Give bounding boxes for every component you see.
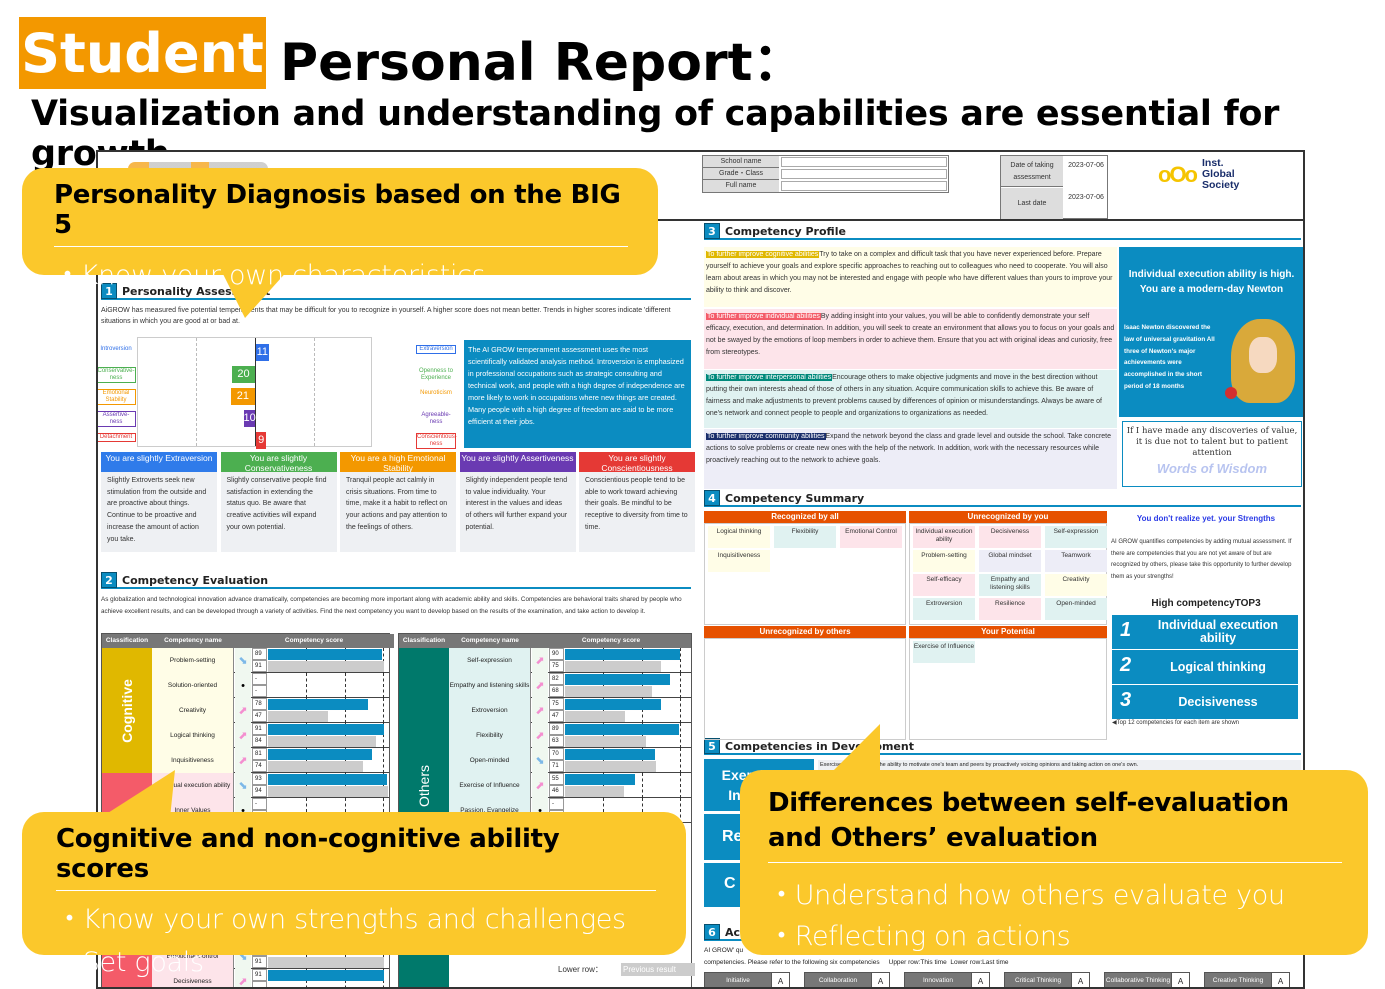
divider (56, 890, 656, 891)
callout-evaluation-diff: Differences between self-evaluation and … (740, 770, 1368, 955)
callout-3-tail (828, 724, 880, 776)
callout-2-tail (100, 770, 175, 818)
callout-bullet: ・Know your own characteristics (54, 260, 486, 291)
callout-bullet: ・Reflecting on actions (768, 921, 1071, 952)
callout-ability-scores: Cognitive and non-cognitive ability scor… (22, 812, 686, 978)
callout-title: Differences between self-evaluation and … (768, 788, 1289, 853)
callout-title: Cognitive and non-cognitive ability scor… (56, 824, 560, 884)
callout-bullet: ・Set goals (56, 947, 204, 978)
divider (54, 246, 628, 247)
callout-bullet: ・Understand how others evaluate you (768, 880, 1285, 911)
callout-title: Personality Diagnosis based on the BIG 5 (54, 180, 621, 240)
callout-bullet: ・Know your own strengths and challenges (56, 904, 626, 935)
callout-big5: Personality Diagnosis based on the BIG 5… (22, 168, 658, 291)
divider (768, 862, 1342, 863)
